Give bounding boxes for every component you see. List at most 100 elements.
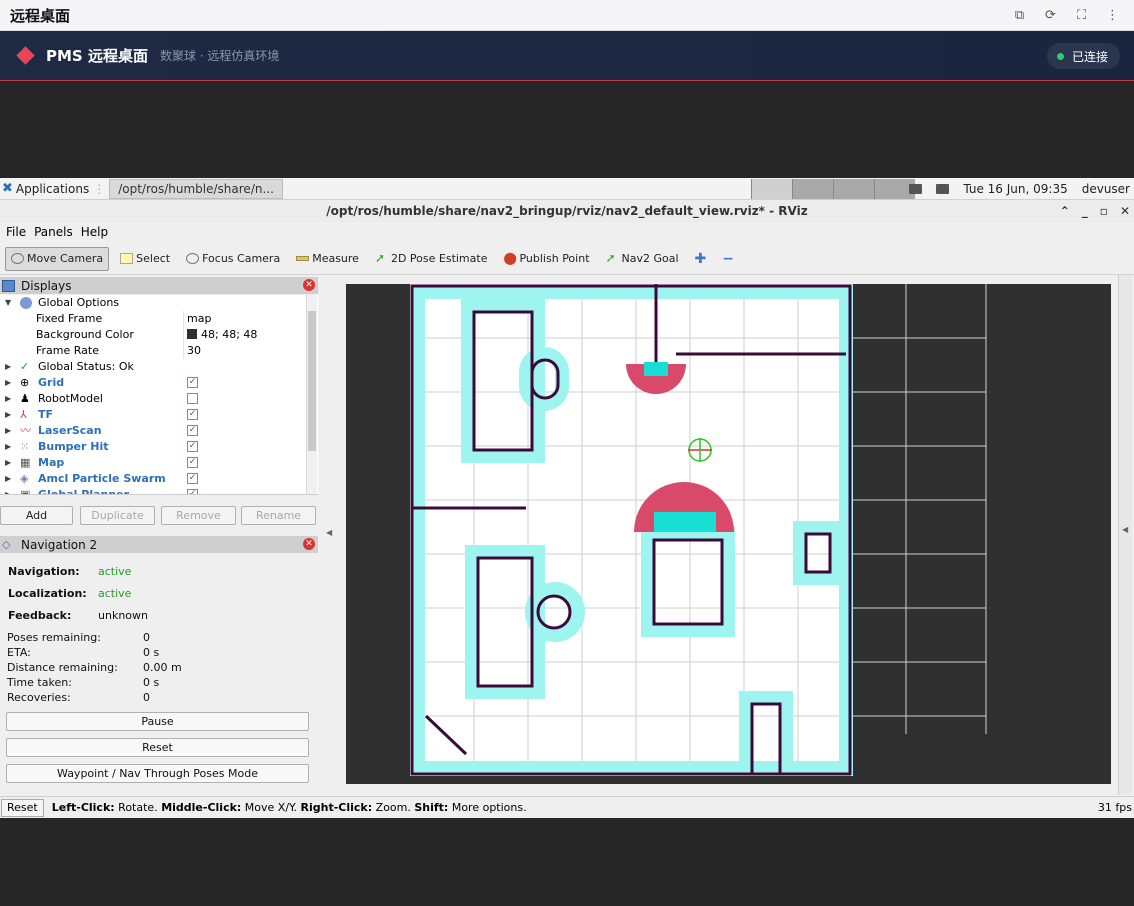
global-planner-checkbox[interactable]: ✓ — [187, 489, 198, 494]
rviz-toolbar: Move Camera Select Focus Camera Measure … — [0, 243, 1134, 275]
collapse-right-icon[interactable]: ◀ — [1122, 525, 1128, 534]
tree-row-tf[interactable]: ▶ ⅄ TF ✓ — [0, 407, 305, 423]
window-title-bar[interactable]: /opt/ros/humble/share/nav2_bringup/rviz/… — [0, 200, 1134, 222]
tree-row-bumper-hit[interactable]: ▶ ⁙ Bumper Hit ✓ — [0, 439, 305, 455]
tree-row-fixed-frame[interactable]: Fixed Frame map — [0, 311, 305, 327]
chevron-right-icon[interactable]: ▶ — [5, 359, 11, 375]
publish-point-tool[interactable]: ⬤ Publish Point — [498, 247, 594, 271]
duplicate-button[interactable]: Duplicate — [80, 506, 155, 525]
nav2-goal-tool[interactable]: ➚ Nav2 Goal — [601, 247, 684, 271]
minimize-icon[interactable]: _ — [1082, 200, 1088, 222]
taskbar-window-button[interactable]: /opt/ros/humble/share/n... — [109, 178, 283, 199]
chevron-right-icon[interactable]: ▶ — [5, 439, 11, 455]
amcl-checkbox[interactable]: ✓ — [187, 473, 198, 484]
workspace-1[interactable] — [751, 179, 792, 199]
remove-button[interactable]: Remove — [161, 506, 236, 525]
rename-button[interactable]: Rename — [241, 506, 316, 525]
tree-row-global-options[interactable]: ▼ Global Options — [0, 295, 305, 311]
add-button[interactable]: Add — [0, 506, 73, 525]
select-tool[interactable]: Select — [115, 247, 175, 271]
maximize-icon[interactable]: ▫ — [1100, 200, 1108, 222]
displays-scrollbar[interactable] — [306, 295, 317, 494]
frame-rate-value[interactable]: 30 — [187, 343, 201, 359]
bumper-hit-checkbox[interactable]: ✓ — [187, 441, 198, 452]
chevron-right-icon[interactable]: ▶ — [5, 471, 11, 487]
right-click-label: Right-Click: — [300, 801, 373, 814]
background-color-value[interactable]: 48; 48; 48 — [187, 327, 257, 343]
map-checkbox[interactable]: ✓ — [187, 457, 198, 468]
chevron-right-icon[interactable]: ▶ — [5, 375, 11, 391]
workspace-switcher[interactable] — [751, 179, 915, 199]
fixed-frame-value[interactable]: map — [187, 311, 211, 327]
waypoint-mode-button[interactable]: Waypoint / Nav Through Poses Mode — [6, 764, 309, 783]
more-icon[interactable]: ⋮ — [1097, 8, 1128, 23]
menu-help[interactable]: Help — [81, 225, 108, 239]
reset-button[interactable]: Reset — [6, 738, 309, 757]
workspace-2[interactable] — [792, 179, 833, 199]
displays-tree[interactable]: ▼ Global Options Fixed Frame map Backgro… — [0, 295, 318, 495]
tree-row-map[interactable]: ▶ ▦ Map ✓ — [0, 455, 305, 471]
chevron-down-icon[interactable]: ▼ — [5, 295, 11, 311]
chevron-right-icon[interactable]: ▶ — [5, 487, 11, 494]
column-divider — [183, 311, 184, 327]
menu-panels[interactable]: Panels — [34, 225, 73, 239]
left-click-label: Left-Click: — [51, 801, 115, 814]
workspace-3[interactable] — [833, 179, 874, 199]
close-icon[interactable]: ✕ — [303, 538, 315, 550]
tree-row-frame-rate[interactable]: Frame Rate 30 — [0, 343, 305, 359]
tree-row-grid[interactable]: ▶ ⊕ Grid ✓ — [0, 375, 305, 391]
background-color-label: Background Color — [36, 328, 134, 341]
tree-row-global-status[interactable]: ▶ ✓ Global Status: Ok — [0, 359, 305, 375]
menu-bar: File Panels Help — [0, 222, 1134, 241]
chevron-right-icon[interactable]: ▶ — [5, 423, 11, 439]
focus-camera-tool[interactable]: Focus Camera — [181, 247, 285, 271]
grid-checkbox[interactable]: ✓ — [187, 377, 198, 388]
poses-value: 0 — [143, 631, 150, 644]
user-name[interactable]: devuser — [1082, 182, 1130, 196]
pms-name: PMS 远程桌面 — [46, 47, 148, 65]
remote-desktop[interactable]: ✖ Applications ⋮ /opt/ros/humble/share/n… — [0, 178, 1134, 818]
laser-scan-checkbox[interactable]: ✓ — [187, 425, 198, 436]
scrollbar-thumb[interactable] — [308, 311, 316, 451]
move-camera-label: Move Camera — [27, 252, 104, 265]
tree-row-background-color[interactable]: Background Color 48; 48; 48 — [0, 327, 305, 343]
tf-checkbox[interactable]: ✓ — [187, 409, 198, 420]
robot-model-checkbox[interactable] — [187, 393, 198, 404]
pose-estimate-tool[interactable]: ➚ 2D Pose Estimate — [370, 247, 493, 271]
status-reset-button[interactable]: Reset — [1, 798, 44, 817]
tree-row-global-planner[interactable]: ▶ ▣ Global Planner ✓ — [0, 487, 305, 495]
tree-row-robot-model[interactable]: ▶ ♟ RobotModel — [0, 391, 305, 407]
add-tool-button[interactable]: ✚ — [690, 247, 712, 271]
browser-top-bar: 远程桌面 ⧉ ⟳ ⛶ ⋮ — [0, 0, 1134, 31]
move-camera-tool[interactable]: Move Camera — [5, 246, 110, 271]
chevron-right-icon[interactable]: ▶ — [5, 391, 11, 407]
tree-row-laser-scan[interactable]: ▶ 〰 LaserScan ✓ — [0, 423, 305, 439]
collapse-left-icon[interactable]: ◀ — [326, 528, 332, 537]
pause-button[interactable]: Pause — [6, 712, 309, 731]
clock[interactable]: Tue 16 Jun, 09:35 — [963, 182, 1067, 196]
map-view[interactable] — [346, 284, 1111, 784]
close-icon[interactable]: ✕ — [1120, 200, 1130, 222]
localization-value: active — [98, 587, 132, 600]
rviz-3d-viewport[interactable] — [346, 284, 1111, 784]
applications-menu[interactable]: ✖ Applications — [2, 181, 89, 196]
copy-icon[interactable]: ⧉ — [1004, 8, 1035, 23]
menu-file[interactable]: File — [6, 225, 26, 239]
right-collapse-bar[interactable]: ◀ — [1118, 275, 1132, 795]
tree-row-amcl[interactable]: ▶ ◈ Amcl Particle Swarm ✓ — [0, 471, 305, 487]
close-icon[interactable]: ✕ — [303, 279, 315, 291]
remove-tool-button[interactable]: − — [717, 247, 739, 271]
chevron-up-icon[interactable]: ⌃ — [1060, 200, 1070, 222]
axes-icon: ⅄ — [20, 408, 27, 421]
gear-icon — [20, 297, 32, 309]
display-icon[interactable] — [909, 184, 923, 194]
global-planner-label: Global Planner — [38, 488, 130, 495]
background-color-text: 48; 48; 48 — [201, 328, 258, 341]
network-icon[interactable] — [936, 184, 950, 194]
measure-tool[interactable]: Measure — [291, 247, 364, 271]
chevron-right-icon[interactable]: ▶ — [5, 455, 11, 471]
fullscreen-icon[interactable]: ⛶ — [1066, 8, 1097, 23]
fixed-frame-label: Fixed Frame — [36, 312, 103, 325]
refresh-icon[interactable]: ⟳ — [1035, 8, 1066, 23]
chevron-right-icon[interactable]: ▶ — [5, 407, 11, 423]
